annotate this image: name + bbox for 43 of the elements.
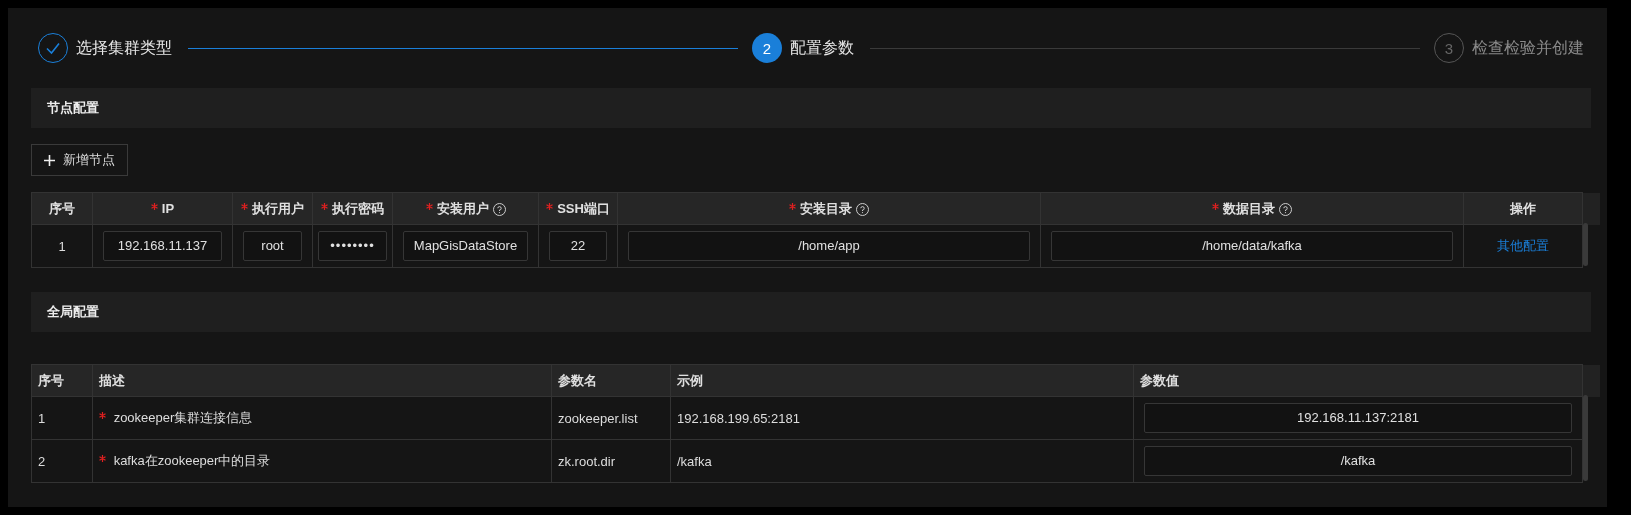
input-field[interactable]: 22 <box>549 231 607 261</box>
input-field[interactable]: 192.168.11.137 <box>103 231 222 261</box>
table-cell: zookeeper.list <box>558 410 638 426</box>
plus-icon <box>44 154 55 166</box>
table-cell: zk.root.dir <box>558 453 616 469</box>
step-circle: 2 <box>752 33 782 63</box>
input-field[interactable]: /kafka <box>1144 446 1572 476</box>
column-header: 参数名 <box>558 372 597 388</box>
column-header: 序号 <box>49 200 75 216</box>
table-cell: 2 <box>38 453 46 469</box>
table-cell: zookeeper集群连接信息 <box>113 410 253 425</box>
column-header: 描述 <box>99 372 125 388</box>
column-header: 数据目录 <box>1223 200 1275 216</box>
table-cell: /kafka <box>677 453 712 469</box>
add-node-button[interactable]: 新增节点 <box>31 144 128 176</box>
table-cell: kafka在zookeeper中的目录 <box>113 453 271 468</box>
input-field[interactable]: root <box>243 231 302 261</box>
table-cell: 1 <box>38 410 46 426</box>
column-header: IP <box>161 201 175 216</box>
input-field[interactable]: /home/app <box>628 231 1030 261</box>
password-field[interactable]: •••••••• <box>318 231 387 261</box>
column-header: 序号 <box>38 372 64 388</box>
table-cell: 192.168.199.65:2181 <box>677 410 800 426</box>
section-header: 全局配置 <box>31 292 1591 332</box>
input-field[interactable]: /home/data/kafka <box>1051 231 1453 261</box>
section-header: 节点配置 <box>31 88 1591 128</box>
step-label: 选择集群类型 <box>76 37 172 58</box>
column-header: 执行密码 <box>332 200 384 216</box>
step-label: 检查检验并创建 <box>1472 37 1584 58</box>
table-cell: 1 <box>58 238 66 254</box>
scrollbar[interactable] <box>1583 395 1588 481</box>
column-header: 执行用户 <box>252 200 304 216</box>
other-config-link[interactable]: 其他配置 <box>1497 238 1549 253</box>
column-header: 安装用户 <box>436 200 489 216</box>
scrollbar[interactable] <box>1583 223 1588 266</box>
input-field[interactable]: MapGisDataStore <box>403 231 528 261</box>
column-header: SSH端口 <box>557 200 610 216</box>
column-header: 操作 <box>1510 200 1536 216</box>
step-label: 配置参数 <box>790 37 854 58</box>
column-header: 示例 <box>677 372 703 388</box>
input-field[interactable]: 192.168.11.137:2181 <box>1144 403 1572 433</box>
column-header: 安装目录 <box>800 200 852 216</box>
column-header: 参数值 <box>1140 372 1179 388</box>
